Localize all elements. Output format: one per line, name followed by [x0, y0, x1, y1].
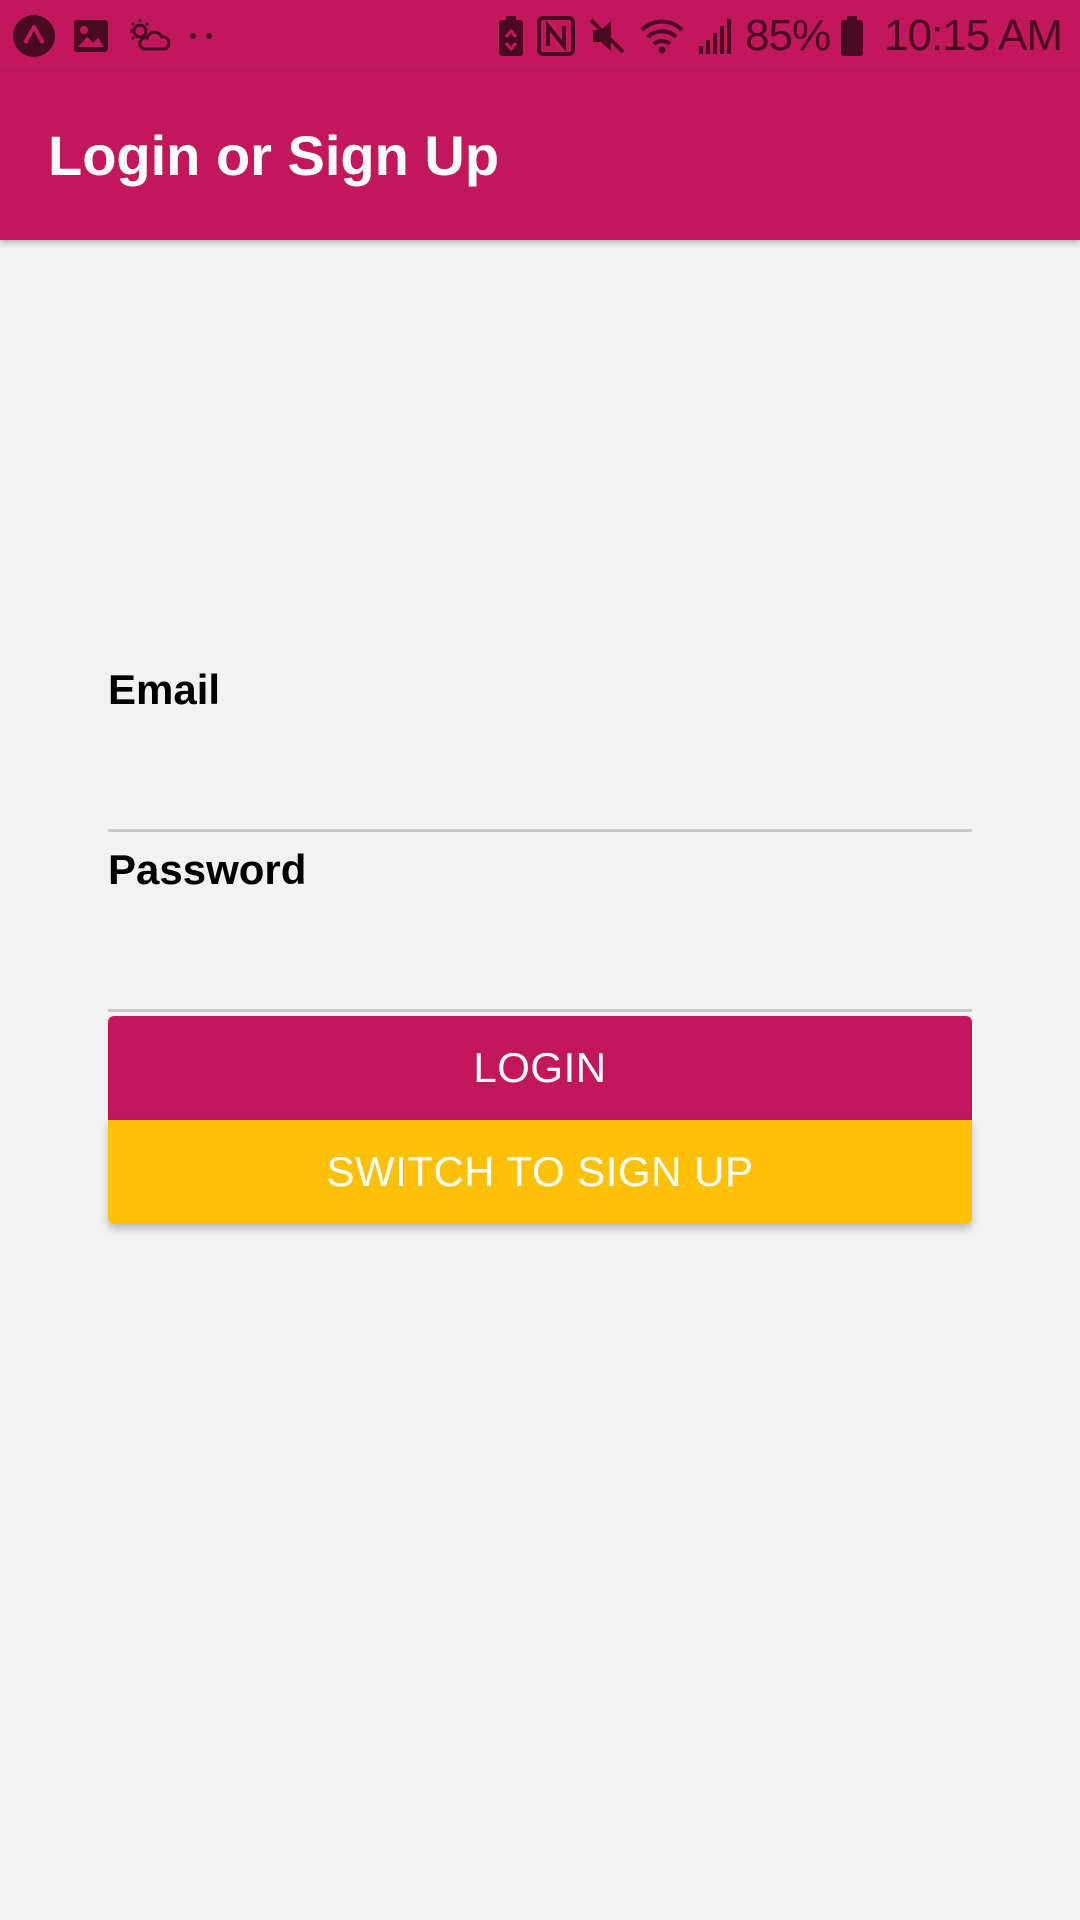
nfc-icon	[537, 16, 576, 56]
password-label: Password	[108, 846, 307, 893]
screen: 85% 10:15 AM Login or Sign Up Email Pass…	[0, 0, 1080, 1920]
app-icon	[12, 14, 56, 58]
battery-percent: 85%	[745, 11, 831, 60]
signal-icon	[697, 16, 733, 56]
login-form: Email Password LOGIN SWITCH TO SIGN UP	[108, 660, 972, 1224]
email-label: Email	[108, 666, 221, 713]
battery-saver-icon	[497, 15, 525, 57]
app-bar: Login or Sign Up	[0, 72, 1080, 240]
status-bar-right: 85% 10:15 AM	[497, 0, 1063, 72]
password-field[interactable]	[108, 900, 972, 1012]
password-block: Password	[108, 840, 972, 1012]
clock: 10:15 AM	[884, 11, 1063, 60]
email-field[interactable]	[108, 720, 972, 832]
battery-icon	[840, 15, 864, 57]
wifi-icon	[639, 16, 685, 56]
more-dots-icon	[186, 30, 216, 42]
switch-to-sign-up-button[interactable]: SWITCH TO SIGN UP	[108, 1120, 972, 1224]
weather-icon	[126, 16, 170, 56]
mute-icon	[587, 16, 627, 56]
login-button[interactable]: LOGIN	[108, 1016, 972, 1120]
image-icon	[72, 18, 110, 54]
status-bar-left	[12, 0, 232, 72]
status-bar: 85% 10:15 AM	[0, 0, 1080, 72]
page-title: Login or Sign Up	[48, 124, 500, 187]
